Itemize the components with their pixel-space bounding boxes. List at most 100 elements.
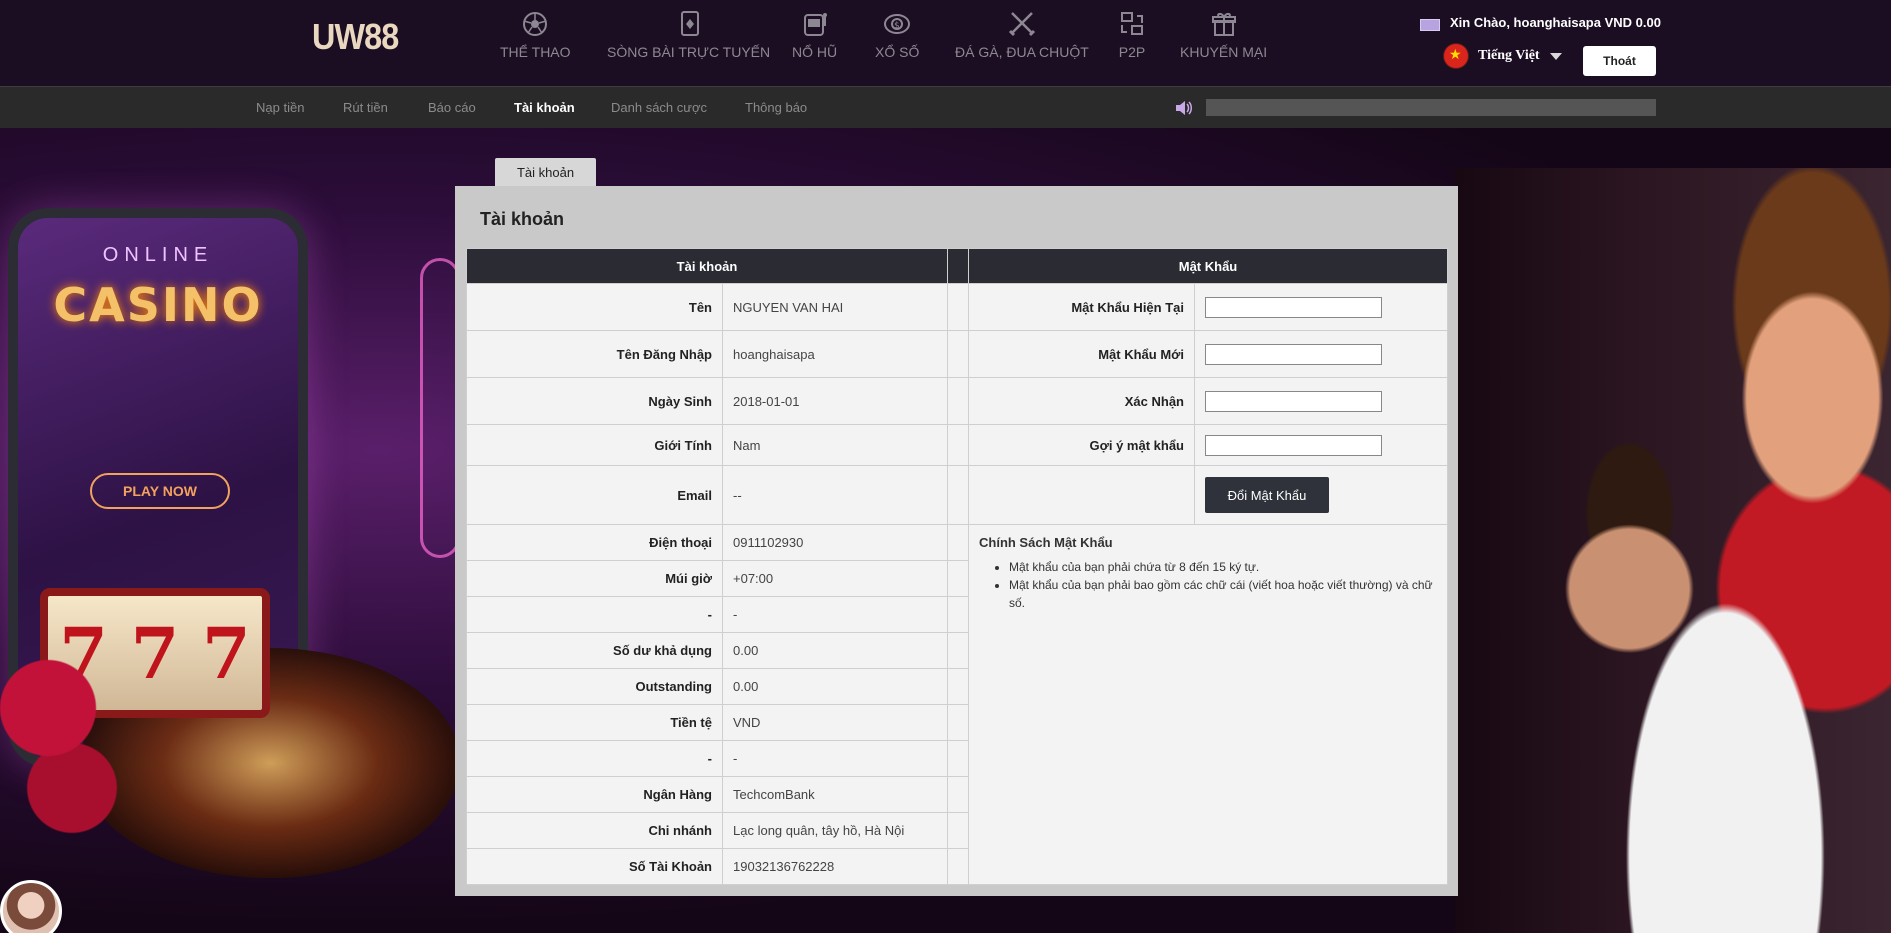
field-label: Múi giờ xyxy=(466,560,723,597)
slot-digit: 7 xyxy=(201,611,251,695)
field-label: Chi nhánh xyxy=(466,812,723,849)
password-hint-input[interactable] xyxy=(1205,434,1382,456)
slot-machine-icon xyxy=(800,10,830,38)
banner-casino-text: CASINO xyxy=(53,278,263,332)
field-value: - xyxy=(722,596,948,633)
players-illustration xyxy=(1455,168,1891,933)
password-policy: Chính Sách Mật Khẩu Mật khẩu của bạn phả… xyxy=(968,524,1448,885)
nav-item-p2p[interactable]: P2P xyxy=(1117,10,1147,60)
nav-label: ĐÁ GÀ, ĐUA CHUỘT xyxy=(955,44,1089,60)
account-panel: Tài khoản Tài khoản Mật Khẩu Tên NGUYEN … xyxy=(455,186,1458,896)
logout-button[interactable]: Thoát xyxy=(1583,46,1656,76)
spacer-cell xyxy=(947,632,969,669)
field-label: Số Tài Khoản xyxy=(466,848,723,885)
password-header: Mật Khẩu xyxy=(968,248,1448,284)
playing-card-icon xyxy=(674,10,704,38)
field-value: 0.00 xyxy=(722,668,948,705)
greeting-text: Xin Chào, hoanghaisapa VND 0.00 xyxy=(1450,15,1661,30)
nav-label: SÒNG BÀI TRỰC TUYẾN xyxy=(607,44,771,60)
tab-tai-khoan[interactable]: Tài khoản xyxy=(495,158,596,186)
gift-icon xyxy=(1209,10,1239,38)
field-value: hoanghaisapa xyxy=(722,330,948,378)
banner-online-text: ONLINE xyxy=(102,244,214,266)
field-label: - xyxy=(466,596,723,633)
nav-label: NỔ HŨ xyxy=(792,44,838,60)
neon-decoration xyxy=(420,258,460,558)
field-label: Giới Tính xyxy=(466,424,723,466)
casino-chips-illustration xyxy=(0,648,120,848)
field-value: 2018-01-01 xyxy=(722,377,948,425)
field-value: TechcomBank xyxy=(722,776,948,813)
svg-text:$: $ xyxy=(894,21,900,31)
spacer-cell xyxy=(947,596,969,633)
confirm-password-input[interactable] xyxy=(1205,390,1382,412)
spacer-cell xyxy=(947,424,969,466)
field-value: -- xyxy=(722,465,948,525)
field-value: VND xyxy=(722,704,948,741)
vietnam-flag-icon xyxy=(1444,44,1468,68)
policy-item: Mật khẩu của bạn phải bao gồm các chữ cá… xyxy=(1009,576,1437,612)
subnav-item-bao-cao[interactable]: Báo cáo xyxy=(428,100,476,115)
p2p-icon xyxy=(1117,10,1147,38)
spacer-cell xyxy=(947,465,969,525)
change-password-button[interactable]: Đổi Mật Khẩu xyxy=(1205,477,1329,513)
announcement-ticker[interactable] xyxy=(1206,99,1656,116)
mail-icon[interactable] xyxy=(1420,19,1440,31)
page-title: Tài khoản xyxy=(480,209,565,229)
policy-title: Chính Sách Mật Khẩu xyxy=(979,535,1113,550)
subnav-item-thong-bao[interactable]: Thông báo xyxy=(745,100,807,115)
nav-label: XỔ SỐ xyxy=(875,44,920,60)
field-value: 0911102930 xyxy=(722,524,948,561)
field-value: - xyxy=(722,740,948,777)
field-label: Email xyxy=(466,465,723,525)
language-selector[interactable]: Tiếng Việt xyxy=(1444,44,1562,68)
chevron-down-icon xyxy=(1549,52,1562,60)
subnav-item-tai-khoan[interactable]: Tài khoản xyxy=(514,100,575,115)
field-label: - xyxy=(466,740,723,777)
current-password-label: Mật Khẩu Hiện Tại xyxy=(968,283,1195,331)
spacer-cell xyxy=(947,740,969,777)
field-value: NGUYEN VAN HAI xyxy=(722,283,948,331)
spacer-cell xyxy=(947,704,969,741)
current-password-input[interactable] xyxy=(1205,296,1382,318)
support-avatar[interactable] xyxy=(0,880,62,933)
top-header: UW88 THỂ THAO SÒNG BÀI TRỰC TUYẾN NỔ HŨ … xyxy=(0,0,1891,86)
nav-item-song-bai[interactable]: SÒNG BÀI TRỰC TUYẾN xyxy=(607,10,770,60)
field-label: Tên Đăng Nhập xyxy=(466,330,723,378)
field-value: Lạc long quân, tây hồ, Hà Nội xyxy=(722,812,948,849)
speaker-icon[interactable] xyxy=(1175,100,1193,116)
spacer-cell xyxy=(947,776,969,813)
nav-label: THỂ THAO xyxy=(500,44,571,60)
slot-digit: 7 xyxy=(130,611,180,695)
spacer-cell xyxy=(947,524,969,561)
sub-nav: Nạp tiền Rút tiền Báo cáo Tài khoản Danh… xyxy=(0,86,1891,128)
nav-item-the-thao[interactable]: THỂ THAO xyxy=(500,10,571,60)
spacer-cell xyxy=(947,330,969,378)
new-password-input[interactable] xyxy=(1205,343,1382,365)
policy-item: Mật khẩu của bạn phải chứa từ 8 đến 15 k… xyxy=(1009,558,1437,576)
nav-item-khuyen-mai[interactable]: KHUYẾN MẠI xyxy=(1180,10,1267,60)
field-label: Ngân Hàng xyxy=(466,776,723,813)
subnav-item-rut-tien[interactable]: Rút tiền xyxy=(343,100,388,115)
header-spacer xyxy=(947,248,969,284)
field-label: Tên xyxy=(466,283,723,331)
subnav-item-nap-tien[interactable]: Nạp tiền xyxy=(256,100,304,115)
nav-item-no-hu[interactable]: NỔ HŨ xyxy=(792,10,837,60)
account-table: Tài khoản Mật Khẩu Tên NGUYEN VAN HAI Mậ… xyxy=(466,248,1448,885)
spacer-cell xyxy=(947,377,969,425)
spacer-cell xyxy=(947,848,969,885)
spacer-cell xyxy=(947,812,969,849)
brand-logo[interactable]: UW88 xyxy=(312,16,399,58)
nav-item-xo-so[interactable]: $ XỔ SỐ xyxy=(875,10,919,60)
subnav-item-danh-sach-cuoc[interactable]: Danh sách cược xyxy=(611,100,707,115)
field-value: 0.00 xyxy=(722,632,948,669)
spacer-cell xyxy=(947,283,969,331)
play-now-button[interactable]: PLAY NOW xyxy=(90,473,230,509)
spacer-cell xyxy=(947,560,969,597)
language-label: Tiếng Việt xyxy=(1478,48,1540,63)
crossed-swords-icon xyxy=(1007,10,1037,38)
account-header: Tài khoản xyxy=(466,248,948,284)
field-label: Tiền tệ xyxy=(466,704,723,741)
nav-item-da-ga[interactable]: ĐÁ GÀ, ĐUA CHUỘT xyxy=(955,10,1089,60)
new-password-label: Mật Khẩu Mới xyxy=(968,330,1195,378)
